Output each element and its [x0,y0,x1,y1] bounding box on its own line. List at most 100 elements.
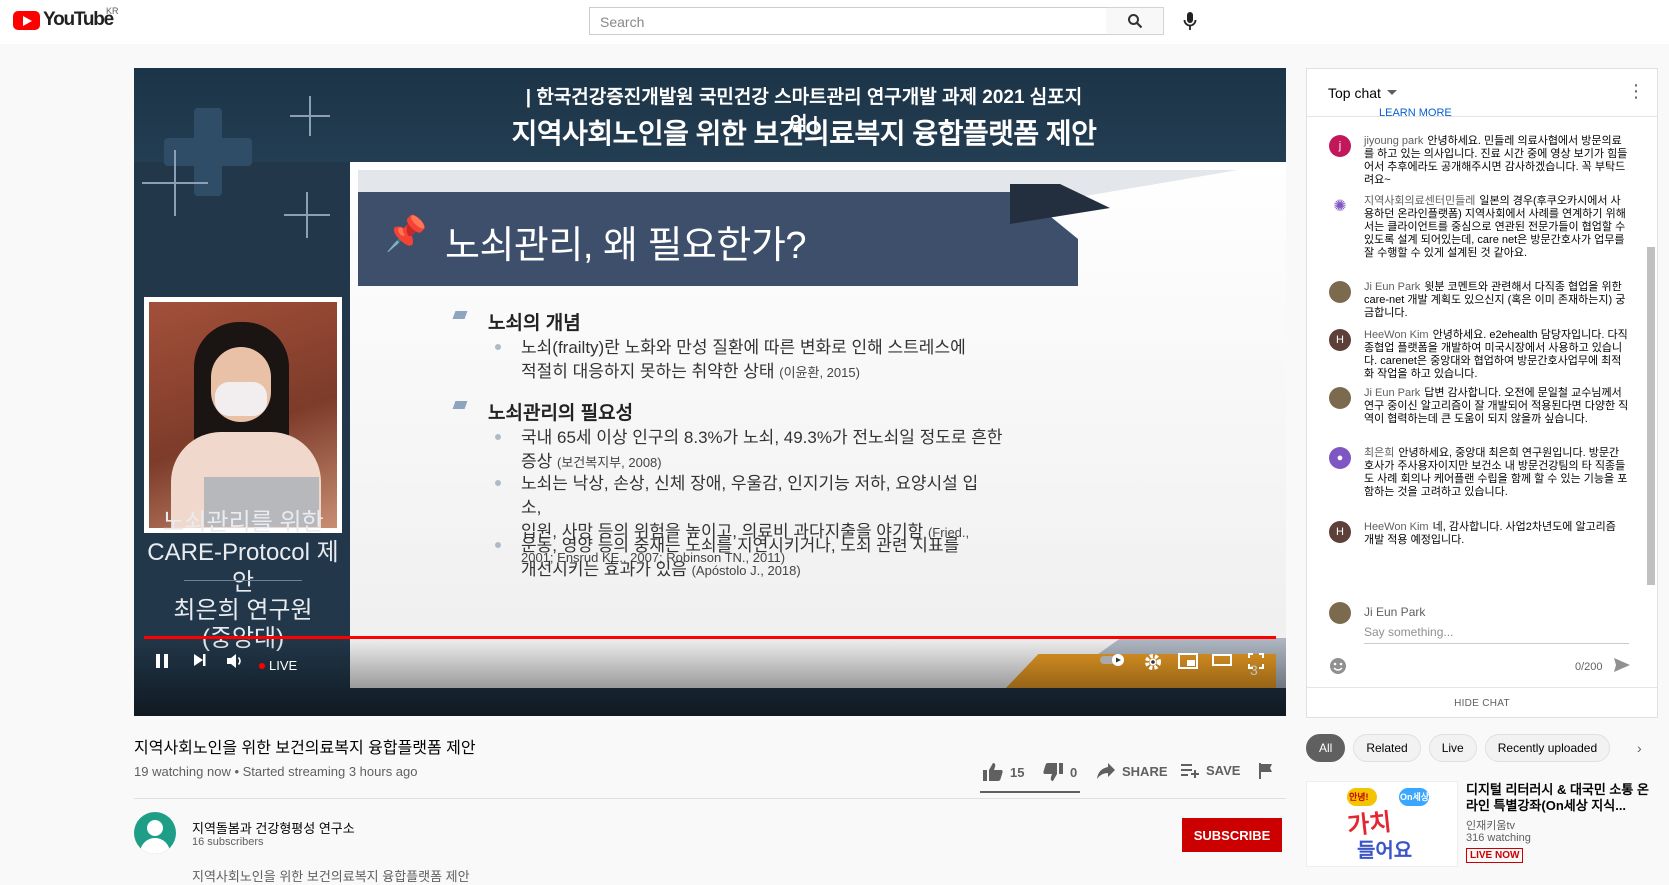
chip-recently-uploaded[interactable]: Recently uploaded [1484,734,1611,762]
chat-mode-label: Top chat [1328,84,1381,101]
miniplayer-button[interactable] [1176,653,1200,669]
learn-more-link[interactable]: LEARN MORE [1379,107,1452,117]
playlist-add-icon [1181,764,1199,778]
report-button[interactable] [1258,762,1274,780]
chip-live[interactable]: Live [1428,734,1477,762]
chat-author[interactable]: HeeWon Kim [1364,521,1429,533]
bullet-line: 노쇠는 낙상, 손상, 신체 장애, 우울감, 인지기능 저하, 요양시설 입소… [521,474,979,517]
thumbnail-bubble-text: On세상 [1400,792,1430,802]
bullet-line: 개선시키는 효과가 있음 (Apóstolo J., 2018) [521,558,1041,583]
citation: (이윤환, 2015) [779,365,860,380]
plus-decoration [142,182,208,184]
save-label: SAVE [1206,762,1241,778]
share-label: SHARE [1122,763,1168,779]
side-caption-2: CARE-Protocol 제안 [147,539,339,596]
thumbnail-bubble-text: 안녕! [1349,792,1369,802]
live-now-badge: LIVE NOW [1466,848,1524,863]
chat-author[interactable]: Ji Eun Park [1364,387,1420,399]
autoplay-toggle[interactable] [1098,653,1128,667]
voice-search-button[interactable] [1178,9,1202,33]
like-button[interactable]: 15 [982,762,1024,782]
dislike-button[interactable]: 0 [1042,762,1077,782]
bullet-text: 증상 [521,452,553,471]
channel-avatar[interactable] [134,812,176,854]
volume-icon [227,654,241,668]
search-button[interactable] [1106,7,1164,35]
chat-author[interactable]: 최은희 [1364,447,1394,459]
youtube-play-icon [13,10,40,30]
share-button[interactable]: SHARE [1096,762,1168,780]
chat-avatar [1329,281,1351,303]
pause-button[interactable] [152,653,172,669]
chip-all[interactable]: All [1306,734,1346,762]
side-caption-1: 노쇠관리를 위한 [162,509,324,536]
progress-bar[interactable] [144,636,1276,639]
miniplayer-icon [1178,653,1198,669]
slide-banner-title: 노쇠관리, 왜 필요한가? [445,225,806,267]
theater-icon [1212,654,1232,666]
citation: (Apóstolo J., 2018) [691,563,801,578]
speaker-name: 최은희 연구원 [173,597,313,624]
chat-author[interactable]: Ji Eun Park [1364,281,1420,293]
emoji-button[interactable] [1329,657,1347,680]
recommended-channel[interactable]: 인재키움tv [1466,817,1515,833]
chevron-right-icon[interactable]: › [1637,740,1642,756]
slide-header-title: 지역사회노인을 위한 보건의료복지 융합플랫폼 제안 [511,118,1097,149]
chat-avatar: j [1329,135,1351,157]
like-ratio-fill [980,791,1080,793]
fullscreen-button[interactable] [1244,653,1268,669]
search-input[interactable]: Search [589,7,1107,35]
slide-bullet: 운동, 영양 등의 중재는 노쇠를 지연시키거나, 노쇠 관련 지표를 개선시키… [495,534,1041,583]
video-description: 지역사회노인을 위한 보건의료복지 융합플랫폼 제안 [192,869,470,884]
logo-text: YouTube [43,9,114,30]
subscribe-button[interactable]: SUBSCRIBE [1182,818,1282,852]
channel-name[interactable]: 지역돌봄과 건강형평성 연구소 [192,818,355,837]
citation: (보건복지부, 2008) [557,455,662,470]
bullet-text: 적절히 대응하지 못하는 취약한 상태 [521,362,775,381]
send-button[interactable] [1613,657,1631,678]
chat-message: H HeeWon Kim 네, 감사합니다. 사업2차년도에 알고리즘 개발 적용… [1329,521,1629,547]
chat-avatar: ● [1329,447,1351,469]
slide-section-1: 노쇠의 개념 [488,308,581,335]
next-button[interactable] [190,653,210,667]
chat-input[interactable]: Say something... [1364,625,1629,644]
send-icon [1614,658,1630,672]
volume-button[interactable] [224,653,246,669]
speaker-camera [144,297,342,533]
share-icon [1097,763,1115,779]
search-icon [1127,14,1142,29]
user-avatar [1329,602,1351,624]
filter-chips: All Related Live Recently uploaded [1306,734,1611,762]
live-indicator[interactable]: LIVE [259,658,297,673]
thumbs-up-icon [983,763,1003,781]
save-button[interactable]: SAVE [1180,762,1240,778]
chat-avatar: ✺ [1329,195,1351,217]
theater-mode-button[interactable] [1210,653,1234,667]
more-options-icon[interactable]: ⋮ [1627,81,1645,102]
masthead: YouTube KR Search [0,0,1669,44]
bullet-line: 적절히 대응하지 못하는 취약한 상태 (이윤환, 2015) [521,360,1041,385]
plus-decoration [290,115,330,117]
chat-mode-selector[interactable]: Top chat [1307,69,1657,117]
chat-scrollbar[interactable] [1647,247,1655,585]
pause-icon [156,654,168,668]
chat-author[interactable]: HeeWon Kim [1364,329,1429,341]
compose-author: Ji Eun Park [1364,605,1426,619]
youtube-logo[interactable]: YouTube KR [13,6,119,31]
chat-avatar: H [1329,329,1351,351]
hide-chat-button[interactable]: HIDE CHAT [1307,687,1657,719]
settings-button[interactable] [1142,653,1164,671]
bullet-line: 노쇠(frailty)란 노화와 만성 질환에 따른 변화로 인해 스트레스에 [521,338,966,357]
chip-related[interactable]: Related [1353,734,1421,762]
thumbnail-text: 들어요 [1357,840,1413,862]
recommended-thumbnail[interactable]: 안녕! On세상 가치 들어요 [1306,781,1458,867]
bullet-line: 운동, 영양 등의 중재는 노쇠를 지연시키거나, 노쇠 관련 지표를 [521,536,960,555]
subscriber-count: 16 subscribers [192,836,264,848]
chat-author[interactable]: jiyoung park [1364,135,1423,147]
next-icon [194,654,206,666]
video-player[interactable]: | 한국건강증진개발원 국민건강 스마트관리 연구개발 과제 2021 심포지엄… [134,68,1286,716]
live-chat: Top chat ⋮ LEARN MORE j jiyoung park 안녕하세… [1306,68,1658,718]
recommended-title[interactable]: 디지털 리터러시 & 대국민 소통 온라인 특별강좌(On세상 지식... [1466,782,1652,814]
chat-author[interactable]: 지역사회의료센터민들레 [1364,195,1475,207]
slide-bullet: 국내 65세 이상 인구의 8.3%가 노쇠, 49.3%가 전노쇠일 정도로 … [495,426,1041,475]
